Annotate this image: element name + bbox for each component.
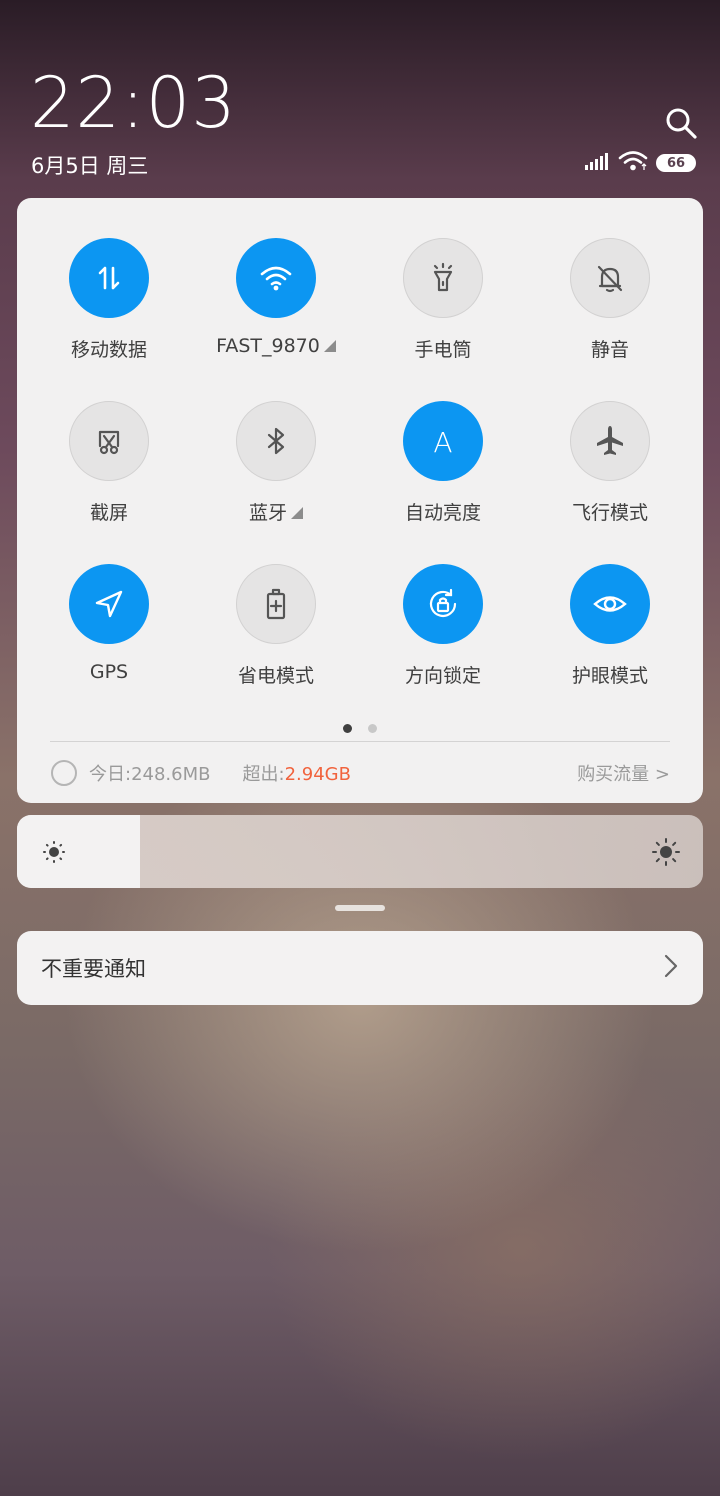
buy-data-link[interactable]: 购买流量 > [577, 760, 670, 786]
unimportant-notifications[interactable]: 不重要通知 [17, 931, 703, 1005]
page-indicator [17, 724, 703, 733]
toggle-label-text: 静音 [590, 339, 629, 361]
rotation-lock-icon[interactable] [403, 564, 483, 644]
toggle-label-text: 蓝牙 [248, 502, 287, 524]
chevron-right-icon [663, 953, 679, 983]
expand-triangle-icon[interactable] [291, 507, 303, 519]
toggle-label-text: 省电模式 [237, 665, 314, 687]
toggle-label-text: 飞行模式 [571, 502, 648, 524]
clock-time: 22:03 [30, 62, 237, 144]
divider [50, 741, 670, 742]
toggle-airplane[interactable]: 飞行模式 [535, 401, 685, 525]
toggle-wifi[interactable]: FAST_9870 [201, 238, 351, 357]
toggle-label: 蓝牙 [201, 498, 351, 525]
toggle-auto-brightness[interactable]: A 自动亮度 [368, 401, 518, 525]
data-usage-bar: 今日:248.6MB 超出:2.94GB 购买流量 > [51, 758, 670, 788]
notification-label: 不重要通知 [41, 957, 146, 981]
toggle-label: 方向锁定 [368, 661, 518, 688]
toggle-label-text: 移动数据 [70, 339, 147, 361]
mobile-data-icon[interactable] [69, 238, 149, 318]
usage-today: 今日:248.6MB [89, 764, 211, 785]
toggle-label: 飞行模式 [535, 498, 685, 525]
svg-text:A: A [433, 426, 452, 459]
usage-exceed: 超出:2.94GB [242, 760, 350, 786]
page-dot-2[interactable] [368, 724, 377, 733]
toggle-label: 截屏 [34, 498, 184, 525]
toggle-mobile-data[interactable]: 移动数据 [34, 238, 184, 362]
toggle-label-text: 截屏 [89, 502, 128, 524]
wifi-icon[interactable] [236, 238, 316, 318]
toggle-label-text: 方向锁定 [404, 665, 481, 687]
toggle-label: FAST_9870 [201, 335, 351, 357]
usage-exceed-label: 超出: [242, 764, 285, 785]
panel-drag-handle[interactable] [335, 905, 385, 911]
eye-icon[interactable] [570, 564, 650, 644]
toggle-rotation-lock[interactable]: 方向锁定 [368, 564, 518, 688]
toggle-label-text: GPS [89, 661, 129, 683]
toggle-battery-saver[interactable]: 省电模式 [201, 564, 351, 688]
brightness-low-icon [43, 841, 65, 867]
toggle-bluetooth[interactable]: 蓝牙 [201, 401, 351, 525]
usage-ring-icon [51, 760, 77, 786]
toggle-label-text: 护眼模式 [571, 665, 648, 687]
toggle-label: 省电模式 [201, 661, 351, 688]
toggle-label: 静音 [535, 335, 685, 362]
status-icons: 66 [584, 150, 696, 176]
wifi-status-icon [618, 150, 648, 176]
gps-icon[interactable] [69, 564, 149, 644]
brightness-slider[interactable] [17, 815, 703, 888]
toggle-label: 自动亮度 [368, 498, 518, 525]
expand-triangle-icon[interactable] [323, 340, 336, 352]
cell-signal-icon [584, 151, 610, 175]
toggle-screenshot[interactable]: 截屏 [34, 401, 184, 525]
toggle-mute-bell[interactable]: 静音 [535, 238, 685, 362]
flashlight-icon[interactable] [403, 238, 483, 318]
toggle-label: 护眼模式 [535, 661, 685, 688]
auto-brightness-icon[interactable]: A [403, 401, 483, 481]
mute-bell-icon[interactable] [570, 238, 650, 318]
usage-exceed-value: 2.94GB [284, 764, 351, 785]
quick-settings-panel: 移动数据 FAST_9870 手电筒 静音截屏 蓝牙 A 自动亮度 飞行模式 GPS 省电模式 方向… [17, 198, 703, 803]
toggle-label-text: FAST_9870 [216, 335, 320, 357]
toggle-label: 手电筒 [368, 335, 518, 362]
toggle-gps[interactable]: GPS [34, 564, 184, 683]
airplane-icon[interactable] [570, 401, 650, 481]
screenshot-icon[interactable] [69, 401, 149, 481]
toggle-eye[interactable]: 护眼模式 [535, 564, 685, 688]
battery-saver-icon[interactable] [236, 564, 316, 644]
date-text: 6月5日 周三 [31, 154, 149, 178]
toggle-label: GPS [34, 661, 184, 683]
toggle-label-text: 自动亮度 [404, 502, 481, 524]
battery-indicator: 66 [656, 154, 696, 172]
toggle-label: 移动数据 [34, 335, 184, 362]
toggle-label-text: 手电筒 [414, 339, 472, 361]
page-dot-1[interactable] [343, 724, 352, 733]
brightness-fill [17, 815, 140, 888]
search-icon[interactable] [664, 106, 698, 140]
toggle-flashlight[interactable]: 手电筒 [368, 238, 518, 362]
bluetooth-icon[interactable] [236, 401, 316, 481]
brightness-high-icon [652, 838, 680, 870]
